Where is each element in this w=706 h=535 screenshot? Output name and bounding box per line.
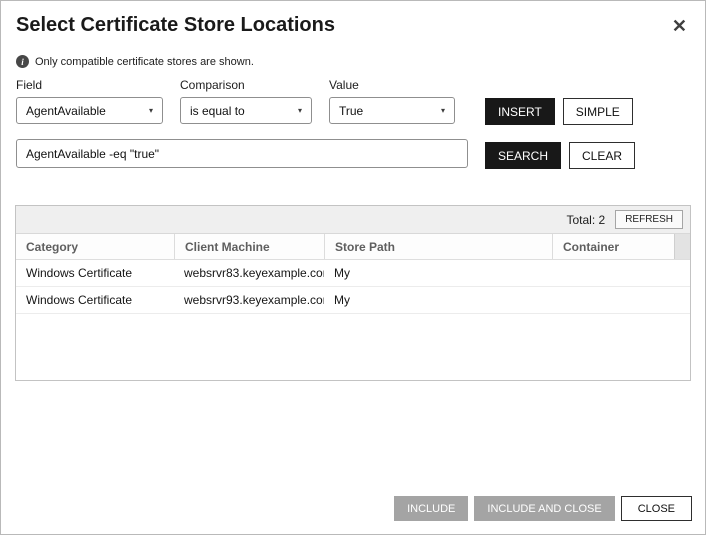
info-icon: i	[16, 55, 29, 68]
column-header-category[interactable]: Category	[16, 234, 174, 259]
filter-section: Field AgentAvailable ▾ Comparison is equ…	[1, 76, 705, 169]
table-row[interactable]: Windows Certificate websrvr83.keyexample…	[16, 260, 690, 287]
cell-store-path: My	[324, 266, 552, 280]
notice-text: Only compatible certificate stores are s…	[35, 56, 254, 68]
insert-button[interactable]: INSERT	[485, 98, 555, 125]
total-count: Total: 2	[567, 213, 606, 227]
value-group: Value True ▾	[329, 78, 455, 124]
table-topbar: Total: 2 REFRESH	[16, 206, 690, 234]
select-certificate-store-dialog: Select Certificate Store Locations ✕ i O…	[0, 0, 706, 535]
filter-buttons: INSERT SIMPLE SEARCH CLEAR	[485, 78, 635, 169]
dialog-header: Select Certificate Store Locations ✕	[1, 1, 705, 43]
chevron-down-icon: ▾	[298, 106, 302, 115]
value-label: Value	[329, 78, 455, 92]
field-select-value: AgentAvailable	[26, 104, 106, 118]
dialog-footer: INCLUDE INCLUDE AND CLOSE CLOSE	[1, 496, 705, 534]
value-select-value: True	[339, 104, 363, 118]
comparison-select[interactable]: is equal to ▾	[180, 97, 312, 124]
results-section: Total: 2 REFRESH Category Client Machine…	[15, 205, 691, 381]
results-table: Total: 2 REFRESH Category Client Machine…	[15, 205, 691, 381]
query-row	[16, 139, 468, 168]
comparison-label: Comparison	[180, 78, 312, 92]
column-header-container[interactable]: Container	[552, 234, 674, 259]
query-input[interactable]	[16, 139, 468, 168]
cell-client-machine: websrvr93.keyexample.com	[174, 293, 324, 307]
refresh-button[interactable]: REFRESH	[615, 210, 683, 229]
chevron-down-icon: ▾	[441, 106, 445, 115]
close-icon[interactable]: ✕	[670, 15, 689, 37]
table-row[interactable]: Windows Certificate websrvr93.keyexample…	[16, 287, 690, 314]
cell-category: Windows Certificate	[16, 266, 174, 280]
table-scrollbar[interactable]	[674, 234, 690, 259]
page-title: Select Certificate Store Locations	[16, 14, 335, 37]
table-header-row: Category Client Machine Store Path Conta…	[16, 234, 690, 260]
chevron-down-icon: ▾	[149, 106, 153, 115]
table-body: Windows Certificate websrvr83.keyexample…	[16, 260, 690, 380]
search-clear-row: SEARCH CLEAR	[485, 142, 635, 169]
field-label: Field	[16, 78, 163, 92]
filter-left: Field AgentAvailable ▾ Comparison is equ…	[16, 78, 468, 169]
cell-store-path: My	[324, 293, 552, 307]
value-select[interactable]: True ▾	[329, 97, 455, 124]
search-button[interactable]: SEARCH	[485, 142, 561, 169]
notice-bar: i Only compatible certificate stores are…	[1, 43, 705, 76]
cell-client-machine: websrvr83.keyexample.com	[174, 266, 324, 280]
field-group: Field AgentAvailable ▾	[16, 78, 163, 124]
simple-button[interactable]: SIMPLE	[563, 98, 633, 125]
clear-button[interactable]: CLEAR	[569, 142, 635, 169]
include-and-close-button[interactable]: INCLUDE AND CLOSE	[474, 496, 614, 521]
comparison-group: Comparison is equal to ▾	[180, 78, 312, 124]
cell-category: Windows Certificate	[16, 293, 174, 307]
column-header-store-path[interactable]: Store Path	[324, 234, 552, 259]
comparison-select-value: is equal to	[190, 104, 245, 118]
selects-row: Field AgentAvailable ▾ Comparison is equ…	[16, 78, 468, 124]
close-button[interactable]: CLOSE	[621, 496, 692, 521]
include-button[interactable]: INCLUDE	[394, 496, 468, 521]
column-header-client-machine[interactable]: Client Machine	[174, 234, 324, 259]
insert-simple-row: INSERT SIMPLE	[485, 98, 635, 125]
field-select[interactable]: AgentAvailable ▾	[16, 97, 163, 124]
